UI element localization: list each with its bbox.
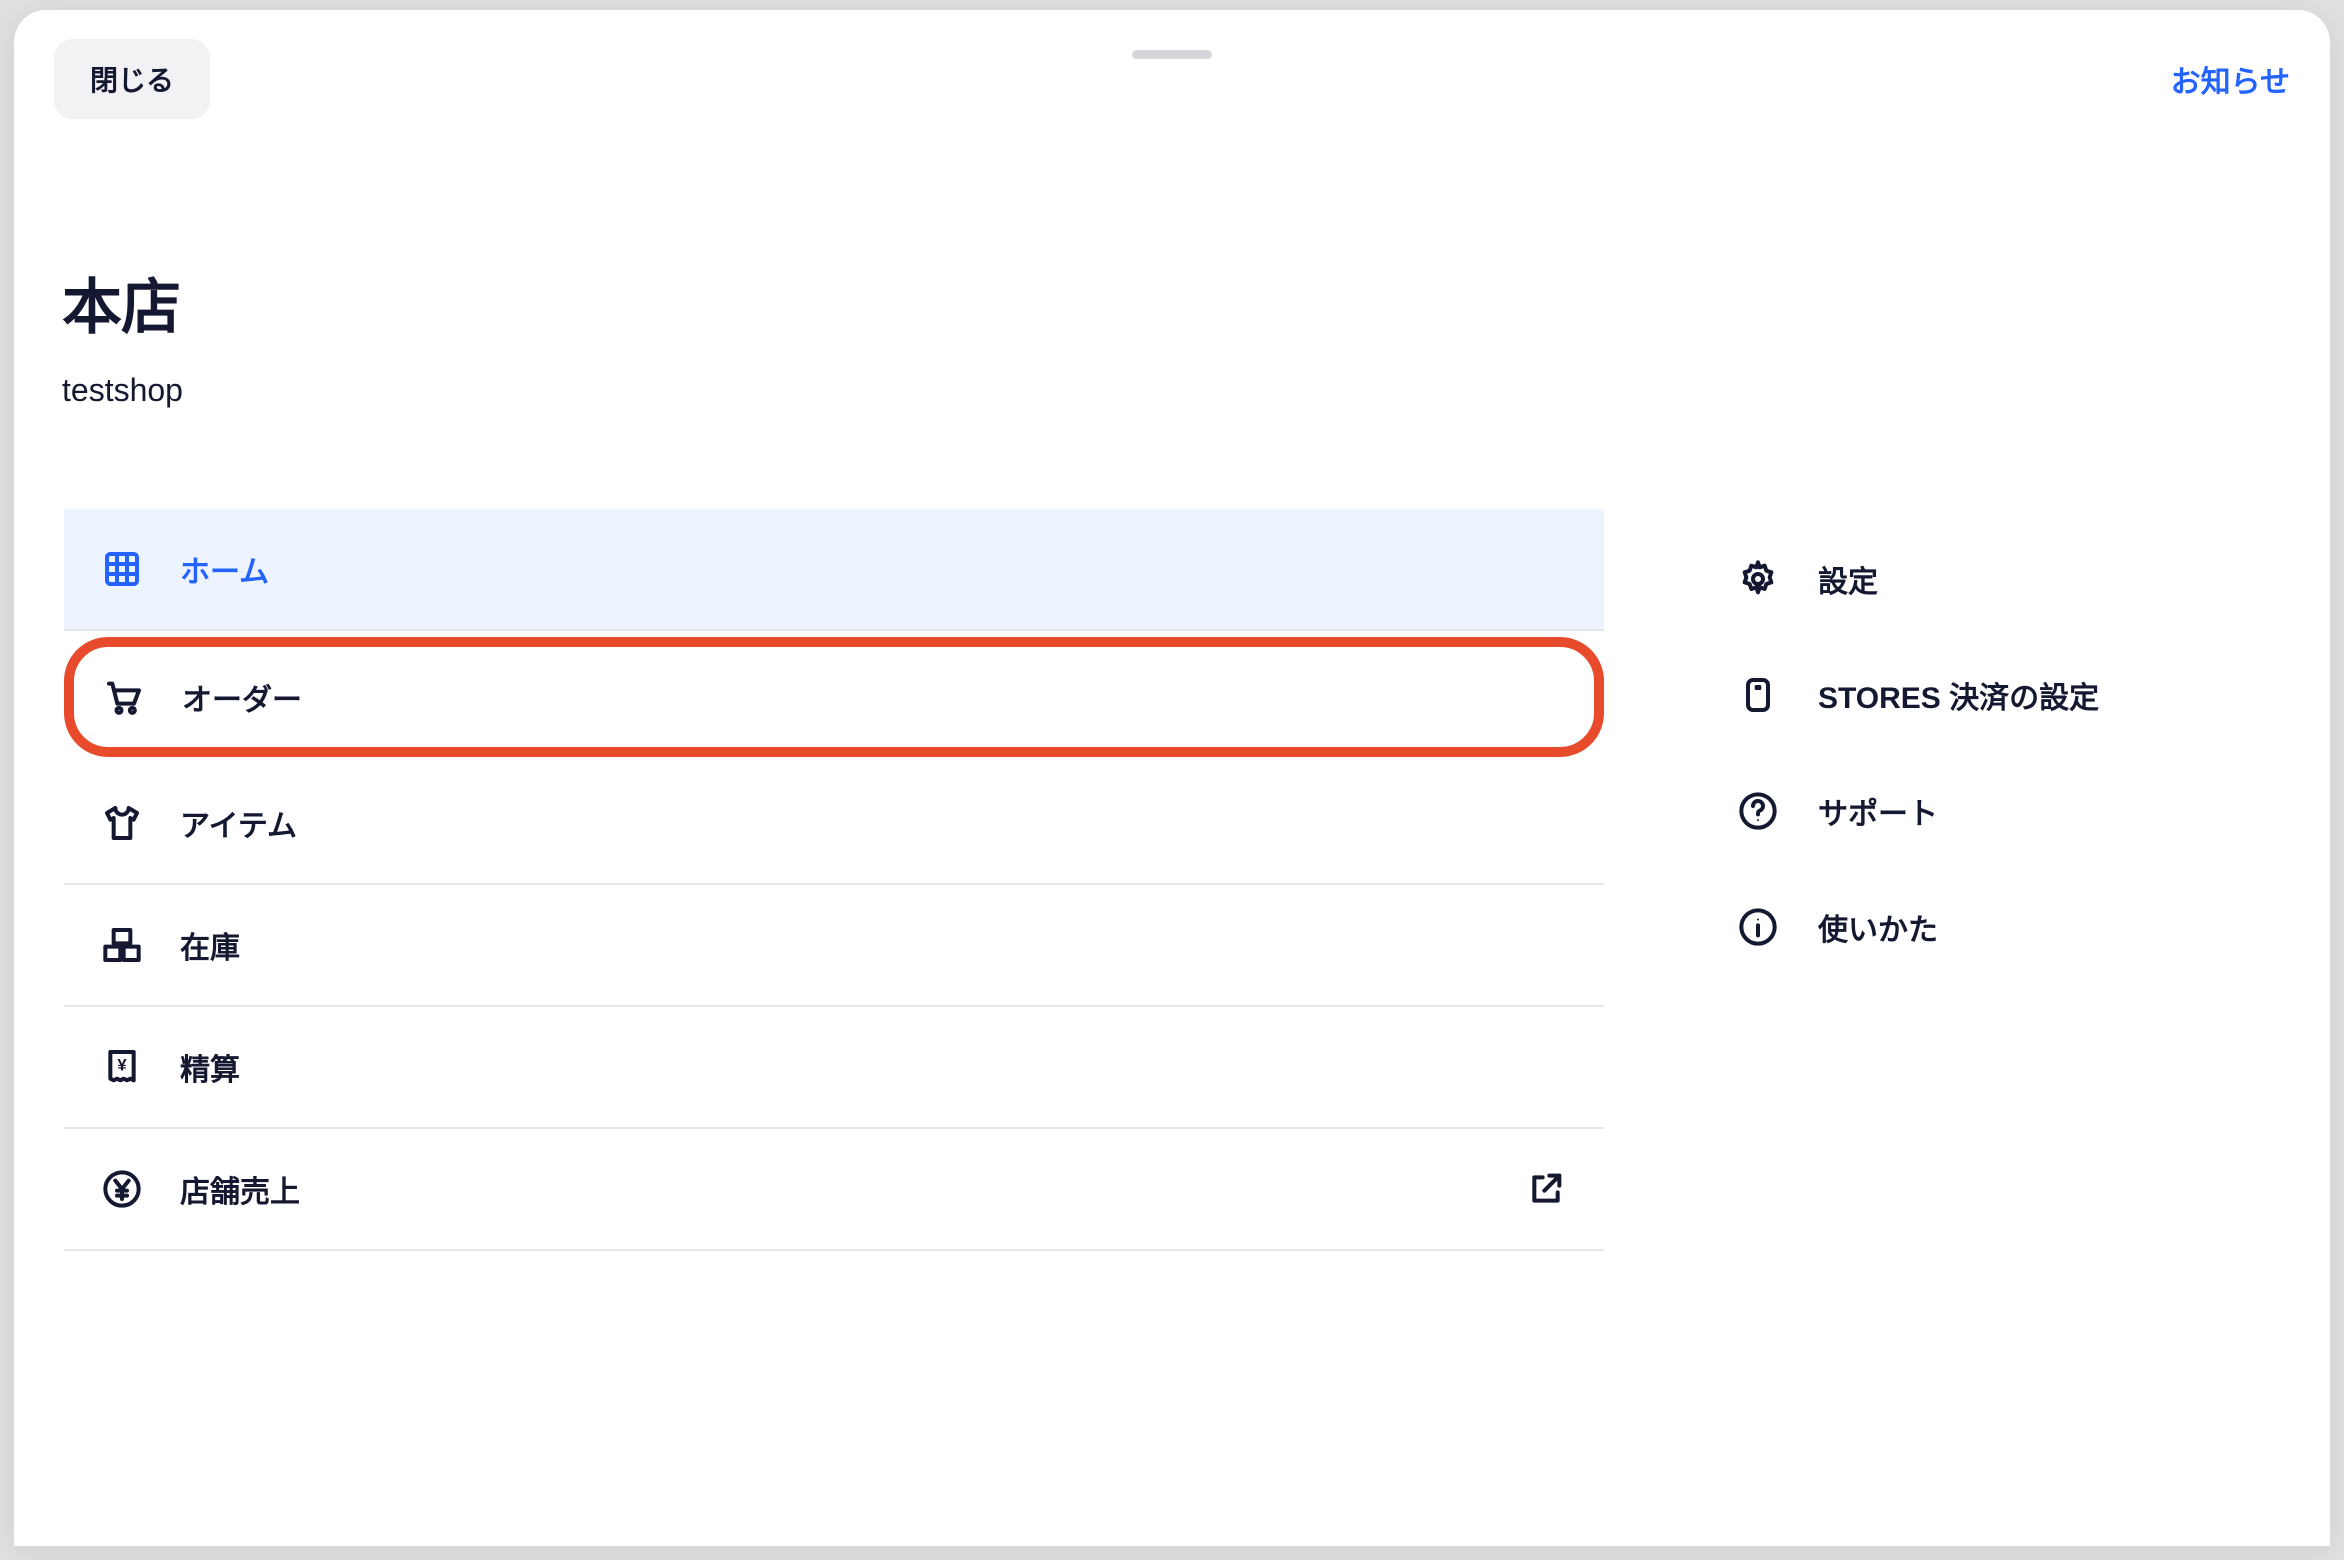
grid-icon xyxy=(100,547,144,591)
notifications-link[interactable]: お知らせ xyxy=(2171,57,2290,101)
menu-label: 使いかた xyxy=(1818,905,1938,949)
secondary-menu-list: 設定 STORES 決済の設定 サポート 使いかた xyxy=(1724,509,2290,1251)
menu-item-order[interactable]: オーダー xyxy=(64,637,1604,757)
menu-item-settings[interactable]: 設定 xyxy=(1724,521,2290,637)
menu-label: アイテム xyxy=(180,801,1568,845)
external-link-icon xyxy=(1524,1167,1568,1211)
menu-label: 設定 xyxy=(1818,557,1878,601)
menu-item-home[interactable]: ホーム xyxy=(64,509,1604,631)
menu-label: サポート xyxy=(1818,789,1938,833)
menu-item-sales[interactable]: 店舗売上 xyxy=(64,1129,1604,1251)
store-heading: 本店 testshop xyxy=(62,259,2290,409)
store-title: 本店 xyxy=(62,259,2290,346)
cart-icon xyxy=(102,675,146,719)
menu-label: 店舗売上 xyxy=(180,1167,1488,1211)
menu-label: STORES 決済の設定 xyxy=(1818,673,2099,717)
menu-item-checkout[interactable]: ¥ 精算 xyxy=(64,1007,1604,1129)
svg-text:¥: ¥ xyxy=(117,1055,127,1074)
menu-label: 精算 xyxy=(180,1045,1568,1089)
terminal-icon xyxy=(1736,673,1780,717)
menu-item-item[interactable]: アイテム xyxy=(64,763,1604,885)
info-icon xyxy=(1736,905,1780,949)
gear-icon xyxy=(1736,557,1780,601)
content-row: ホーム オーダー アイテム 在庫 xyxy=(64,509,2290,1251)
menu-item-stock[interactable]: 在庫 xyxy=(64,885,1604,1007)
menu-item-stores-payment[interactable]: STORES 決済の設定 xyxy=(1724,637,2290,753)
menu-item-howto[interactable]: 使いかた xyxy=(1724,869,2290,985)
boxes-icon xyxy=(100,923,144,967)
menu-label: ホーム xyxy=(180,547,1568,591)
menu-label: 在庫 xyxy=(180,923,1568,967)
yen-icon xyxy=(100,1167,144,1211)
store-subtitle: testshop xyxy=(62,372,2290,409)
menu-item-support[interactable]: サポート xyxy=(1724,753,2290,869)
main-menu-list: ホーム オーダー アイテム 在庫 xyxy=(64,509,1604,1251)
tshirt-icon xyxy=(100,801,144,845)
modal-window: 閉じる お知らせ 本店 testshop ホーム オーダー xyxy=(14,10,2330,1546)
receipt-icon: ¥ xyxy=(100,1045,144,1089)
help-icon xyxy=(1736,789,1780,833)
close-button[interactable]: 閉じる xyxy=(54,39,210,119)
menu-label: オーダー xyxy=(182,675,1566,719)
top-bar: 閉じる お知らせ xyxy=(54,29,2290,119)
